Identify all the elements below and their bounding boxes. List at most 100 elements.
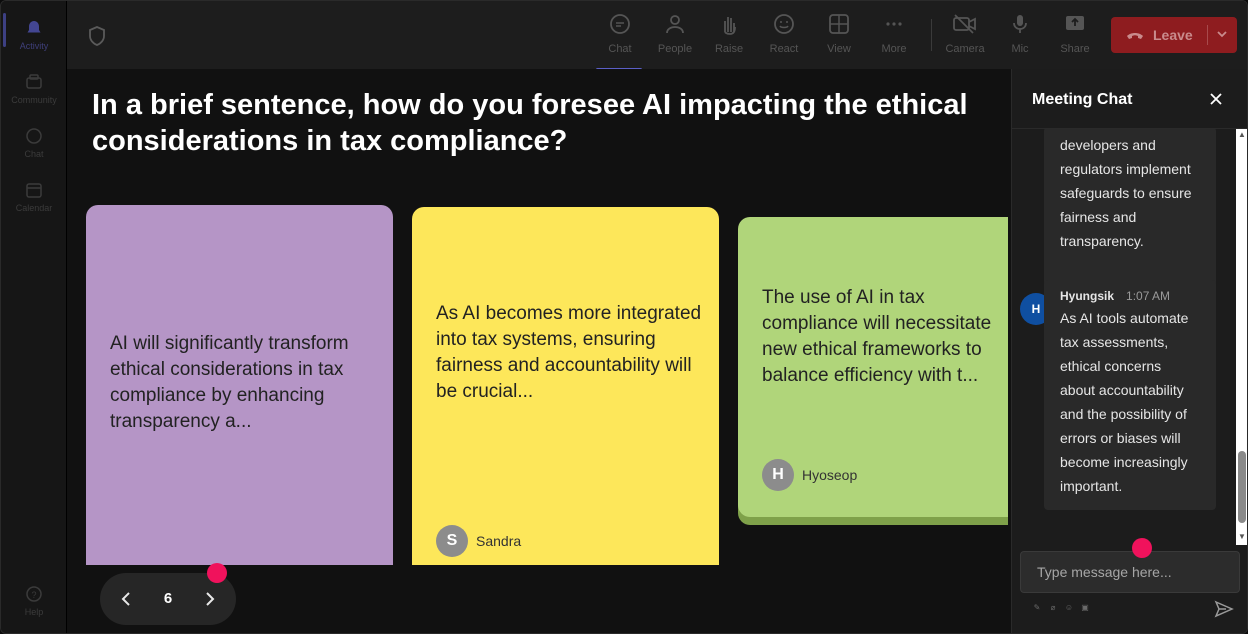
message-line: regulators implement — [1060, 161, 1191, 177]
smile-icon — [771, 11, 797, 37]
raise-hand-icon — [716, 11, 742, 37]
teams-meeting-window: Activity Community Chat Calendar ? Help — [0, 0, 1248, 634]
bell-icon — [24, 18, 44, 38]
next-page-button[interactable] — [198, 587, 222, 611]
chat-message-list: developers and regulators implement safe… — [1012, 129, 1236, 545]
message-line: safeguards to ensure — [1060, 185, 1192, 201]
message-meta: Hyungsik 1:07 AM — [1060, 286, 1202, 306]
rail-item-chat[interactable]: Chat — [5, 117, 63, 167]
left-rail: Activity Community Chat Calendar ? Help — [1, 1, 67, 633]
rail-item-community[interactable]: Community — [5, 63, 63, 113]
send-icon[interactable] — [1214, 599, 1234, 619]
card-text: The use of AI in tax compliance will nec… — [762, 287, 992, 386]
message-line: tax assessments, — [1060, 334, 1169, 350]
scrollbar-thumb[interactable] — [1238, 451, 1246, 523]
meeting-chat-panel: Meeting Chat developers and regulators i… — [1011, 69, 1247, 633]
format-icon[interactable]: ✎ — [1032, 603, 1042, 613]
message-line: As AI tools automate — [1060, 310, 1189, 326]
toolbar-react-button[interactable]: React — [758, 11, 810, 63]
chat-scrollbar[interactable]: ▲ ▼ — [1236, 129, 1247, 545]
message-line: about accountability — [1060, 382, 1184, 398]
leave-button[interactable]: Leave — [1111, 17, 1237, 53]
calendar-icon — [24, 180, 44, 200]
leave-divider — [1207, 25, 1208, 45]
microphone-icon — [1007, 11, 1033, 37]
scroll-up-icon[interactable]: ▲ — [1238, 131, 1246, 139]
toolbar-share-button[interactable]: Share — [1049, 11, 1101, 63]
chat-message: Hyungsik 1:07 AM As AI tools automate ta… — [1044, 280, 1216, 510]
response-card[interactable]: As AI becomes more integrated into tax s… — [412, 207, 719, 565]
toolbar-divider — [931, 19, 932, 51]
phone-hangup-icon — [1125, 28, 1145, 42]
shared-content-area: In a brief sentence, how do you foresee … — [67, 69, 1011, 633]
help-icon: ? — [24, 584, 44, 604]
toolbar-mic-button[interactable]: Mic — [994, 11, 1046, 63]
toolbar-button-label: Mic — [1011, 43, 1029, 55]
page-number: 6 — [163, 590, 173, 607]
people-icon — [662, 11, 688, 37]
message-line: fairness and — [1060, 209, 1137, 225]
toolbar-button-label: People — [657, 43, 693, 55]
svg-text:?: ? — [31, 590, 36, 600]
rail-item-label: Community — [11, 94, 57, 105]
question-title: In a brief sentence, how do you foresee … — [92, 89, 968, 157]
close-icon[interactable] — [1208, 91, 1224, 107]
leave-label: Leave — [1153, 27, 1193, 43]
rail-item-activity[interactable]: Activity — [5, 9, 63, 59]
rail-item-label: Help — [24, 606, 44, 617]
attach-icon[interactable]: ⌀ — [1048, 603, 1058, 613]
card-author: S Sandra — [436, 525, 521, 557]
toolbar-raise-button[interactable]: Raise — [703, 11, 755, 63]
message-input[interactable] — [1020, 551, 1240, 593]
compose-toolbar: ✎ ⌀ ☺ ▣ — [1032, 603, 1090, 613]
author-name: Sandra — [476, 533, 522, 549]
avatar: S — [436, 525, 468, 557]
scroll-down-icon[interactable]: ▼ — [1238, 533, 1246, 541]
card-author: H Hyoseop — [762, 459, 857, 491]
toolbar-button-label: Camera — [945, 43, 985, 55]
toolbar-button-label: View — [827, 43, 851, 55]
response-card[interactable]: AI will significantly transform ethical … — [86, 205, 393, 565]
rail-item-calendar[interactable]: Calendar — [5, 171, 63, 221]
toolbar-chat-button[interactable]: Chat — [594, 11, 646, 71]
toolbar-button-label: React — [769, 43, 799, 55]
share-screen-icon — [1062, 11, 1088, 37]
toolbar-button-label: Share — [1060, 43, 1090, 55]
chevron-down-icon[interactable] — [1215, 27, 1229, 41]
chat-icon — [24, 126, 44, 146]
grid-view-icon — [826, 11, 852, 37]
card-text: As AI becomes more integrated into tax s… — [436, 303, 702, 402]
message-line: ethical concerns — [1060, 358, 1162, 374]
toolbar-more-button[interactable]: More — [868, 11, 920, 63]
rail-item-help[interactable]: ? Help — [5, 575, 63, 625]
more-dots-icon — [881, 11, 907, 37]
author-name: Hyoseop — [802, 467, 858, 483]
rail-item-label: Calendar — [15, 202, 53, 213]
chat-header: Meeting Chat — [1012, 69, 1247, 129]
shield-icon — [87, 25, 107, 47]
message-line: errors or biases will — [1060, 430, 1181, 446]
toolbar-camera-button[interactable]: Camera — [939, 11, 991, 63]
emoji-icon[interactable]: ☺ — [1064, 603, 1074, 613]
message-line: important. — [1060, 478, 1123, 494]
toolbar-view-button[interactable]: View — [813, 11, 865, 63]
chat-title: Meeting Chat — [1032, 91, 1133, 108]
previous-page-button[interactable] — [114, 587, 138, 611]
sender-name: Hyungsik — [1060, 289, 1115, 303]
toolbar-button-label: Raise — [714, 43, 744, 55]
avatar: H — [762, 459, 794, 491]
community-icon — [24, 72, 44, 92]
toolbar-button-label: More — [881, 43, 907, 55]
message-time: 1:07 AM — [1126, 289, 1171, 303]
chat-bubble-icon — [607, 11, 633, 37]
camera-off-icon — [952, 11, 978, 37]
gif-icon[interactable]: ▣ — [1080, 603, 1090, 613]
rail-item-label: Chat — [24, 148, 44, 159]
toolbar-button-label: Chat — [608, 43, 632, 55]
toolbar-people-button[interactable]: People — [649, 11, 701, 63]
message-line: transparency. — [1060, 233, 1144, 249]
message-line: become increasingly — [1060, 454, 1188, 470]
response-card[interactable]: The use of AI in tax compliance will nec… — [738, 217, 1008, 517]
click-indicator-dot — [207, 563, 227, 583]
message-line: developers and — [1060, 137, 1156, 153]
